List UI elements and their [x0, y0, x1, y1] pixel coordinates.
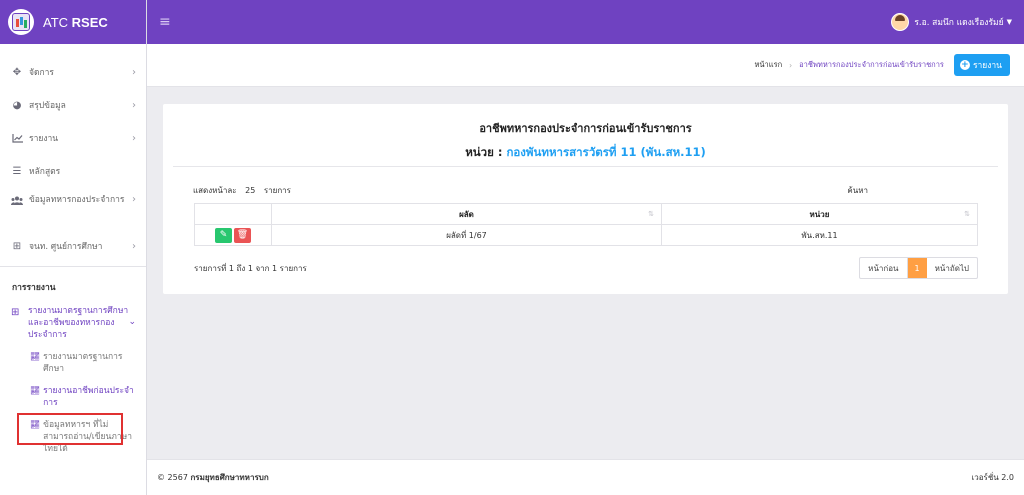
caret-down-icon: ▼: [1006, 18, 1012, 26]
line-chart-icon: 📈︎: [30, 386, 41, 395]
sidebar-item-summary[interactable]: ◕ สรุปข้อมูล ›: [0, 89, 146, 122]
list-icon: ☰: [12, 166, 22, 177]
sidebar-subitem-label: รายงานอาชีพก่อนประจำการ: [43, 386, 134, 408]
column-header-unit[interactable]: หน่วย ⇅: [661, 203, 978, 225]
page-length-select[interactable]: 25: [245, 186, 255, 195]
grid-icon: ⊞: [11, 307, 20, 318]
breadcrumb-current: อาชีพทหารกองประจำการก่อนเข้ารับราชการ: [799, 60, 944, 69]
breadcrumb-bar: หน้าแรก › อาชีพทหารกองประจำการก่อนเข้ารั…: [147, 44, 1024, 87]
sidebar-item-course[interactable]: ☰ หลักสูตร: [0, 155, 146, 188]
avatar: [891, 13, 910, 31]
pie-chart-icon: ◕: [12, 100, 22, 111]
sidebar-item-staff[interactable]: ⊞ จนท. ศูนย์การศึกษา ›: [0, 230, 146, 263]
sidebar-item-label: จัดการ: [29, 67, 54, 78]
pencil-icon: ✎: [219, 229, 228, 240]
users-icon: [11, 194, 23, 206]
footer: © 2567 กรมยุทธศึกษาทหารบก เวอร์ชั่น 2.0: [147, 459, 1024, 495]
table-footer: รายการที่ 1 ถึง 1 จาก 1 รายการ หน้าก่อน …: [194, 257, 978, 279]
brand[interactable]: ATC RSEC: [0, 0, 146, 44]
line-chart-icon: 📈︎: [30, 352, 41, 361]
app-logo-icon: [8, 9, 34, 35]
page-length-suffix: รายการ: [263, 186, 291, 195]
top-navbar: ≡ ร.อ. สมนึก แดงเรืองรัมย์ ▼: [147, 0, 1024, 44]
highlight-box: [17, 413, 123, 445]
search-label: ค้นหา: [847, 186, 868, 195]
sidebar-item-soldier-data[interactable]: ข้อมูลทหารกองประจำการ ›: [0, 188, 146, 230]
divider: [173, 166, 998, 167]
user-menu[interactable]: ร.อ. สมนึก แดงเรืองรัมย์ ▼: [891, 13, 1012, 31]
table-info: รายการที่ 1 ถึง 1 จาก 1 รายการ: [194, 263, 307, 273]
table-row: ✎ 🗑︎ ผลัดที่ 1/67 พัน.สห.11: [194, 224, 978, 246]
sidebar-item-report[interactable]: รายงาน ›: [0, 122, 146, 155]
version: เวอร์ชั่น 2.0: [971, 473, 1015, 482]
sidebar-group-education-report[interactable]: ⊞ รายงานมาตรฐานการศึกษาและอาชีพของทหารกอ…: [0, 300, 146, 341]
page-length-prefix: แสดงหน้าละ: [193, 186, 237, 195]
sidebar-item-label: รายงาน: [29, 133, 59, 144]
sidebar-subitem-pre-service-career[interactable]: 📈︎ รายงานอาชีพก่อนประจำการ: [0, 385, 146, 409]
unit-heading: หน่วย : กองพันทหารสารวัตรที่ 11 (พัน.สห.…: [163, 144, 1008, 162]
chevron-right-icon: ›: [132, 241, 136, 252]
unit-label: หน่วย :: [465, 145, 507, 159]
sidebar-item-label: จนท. ศูนย์การศึกษา: [29, 241, 103, 252]
grid-icon: ⊞: [12, 241, 22, 252]
sidebar-item-label: ข้อมูลทหารกองประจำการ: [29, 195, 125, 205]
chevron-down-icon: ⌄: [128, 317, 136, 327]
report-button-label: รายงาน: [972, 61, 1002, 71]
sidebar-group-label: รายงานมาตรฐานการศึกษาและอาชีพของทหารกองป…: [28, 306, 129, 340]
sidebar-subitem-label: รายงานมาตรฐานการศึกษา: [43, 352, 123, 374]
pagination: หน้าก่อน 1 หน้าถัดไป: [859, 257, 978, 279]
hamburger-menu-icon[interactable]: ≡: [159, 14, 171, 30]
chevron-right-icon: ›: [132, 67, 136, 78]
org-name: กรมยุทธศึกษาทหารบก: [190, 473, 269, 482]
report-card: อาชีพทหารกองประจำการก่อนเข้ารับราชการ หน…: [163, 104, 1008, 294]
sidebar-item-label: หลักสูตร: [29, 166, 61, 177]
line-chart-icon: [11, 133, 23, 145]
chevron-right-icon: ›: [132, 133, 136, 144]
sidebar-section-title: การรายงาน: [12, 283, 56, 293]
breadcrumb-separator-icon: ›: [789, 60, 793, 70]
column-header-round[interactable]: ผลัด ⇅: [271, 203, 662, 225]
unit-value: กองพันทหารสารวัตรที่ 11 (พัน.สห.11): [506, 145, 706, 159]
page-title: อาชีพทหารกองประจำการก่อนเข้ารับราชการ: [479, 122, 692, 135]
sort-icon: ⇅: [648, 210, 654, 218]
chevron-right-icon: ›: [132, 100, 136, 111]
user-name: ร.อ. สมนึก แดงเรืองรัมย์: [914, 18, 1004, 28]
table-header-row: ผลัด ⇅ หน่วย ⇅: [194, 203, 978, 225]
sidebar-subitem-education-standard[interactable]: 📈︎ รายงานมาตรฐานการศึกษา: [0, 351, 146, 375]
sidebar-item-manage[interactable]: ✥ จัดการ ›: [0, 56, 146, 89]
column-header-actions: [194, 203, 272, 225]
sidebar-menu: ✥ จัดการ › ◕ สรุปข้อมูล › รายงาน › ☰ หลั…: [0, 44, 146, 455]
sidebar: ATC RSEC ✥ จัดการ › ◕ สรุปข้อมูล › รายงา…: [0, 0, 147, 495]
row-actions: ✎ 🗑︎: [194, 224, 272, 246]
plus-circle-icon: +: [959, 60, 970, 70]
table-controls: แสดงหน้าละ 25 รายการ ค้นหา: [193, 184, 978, 197]
cell-round: ผลัดที่ 1/67: [271, 224, 662, 246]
sort-icon: ⇅: [964, 210, 970, 218]
copyright: © 2567 กรมยุทธศึกษาทหารบก: [157, 473, 269, 482]
chevron-right-icon: ›: [132, 194, 136, 205]
trash-icon: 🗑︎: [236, 229, 249, 240]
data-table: ผลัด ⇅ หน่วย ⇅ ✎ 🗑︎ ผลัดที่ 1/67 พัน.สห.11: [194, 203, 978, 246]
report-button[interactable]: + รายงาน: [953, 54, 1010, 76]
sidebar-item-label: สรุปข้อมูล: [29, 100, 66, 111]
pagination-next[interactable]: หน้าถัดไป: [927, 258, 977, 278]
delete-button[interactable]: 🗑︎: [234, 227, 251, 243]
arrows-move-icon: ✥: [12, 67, 22, 78]
app-name: ATC RSEC: [43, 14, 108, 30]
page-length-control: แสดงหน้าละ 25 รายการ: [193, 184, 291, 197]
breadcrumb-home[interactable]: หน้าแรก: [754, 59, 782, 71]
cell-unit: พัน.สห.11: [661, 224, 978, 246]
pagination-previous[interactable]: หน้าก่อน: [860, 258, 908, 278]
edit-button[interactable]: ✎: [215, 227, 232, 243]
breadcrumb: หน้าแรก › อาชีพทหารกองประจำการก่อนเข้ารั…: [754, 59, 943, 71]
pagination-page-current[interactable]: 1: [907, 258, 927, 278]
